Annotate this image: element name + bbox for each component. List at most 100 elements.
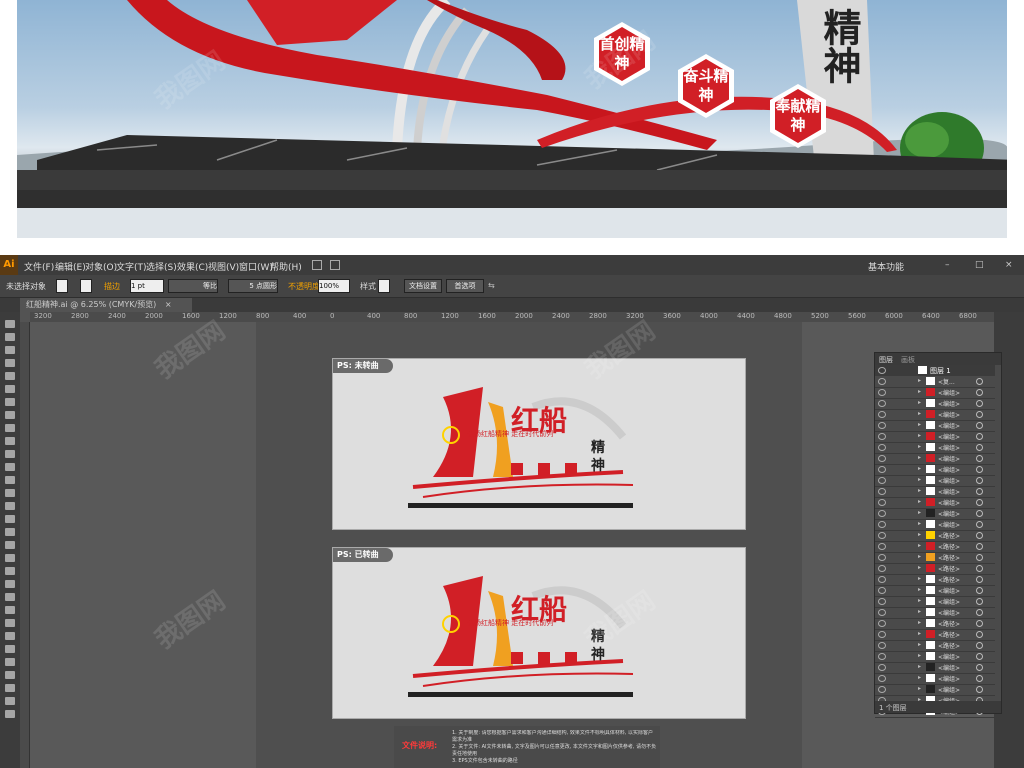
maximize-icon[interactable]: □: [975, 260, 984, 270]
visibility-icon[interactable]: [878, 675, 886, 682]
menu-object[interactable]: 对象(O): [85, 260, 117, 273]
scale-tool-icon[interactable]: [5, 489, 15, 497]
expand-arrow-icon[interactable]: ▸: [918, 377, 921, 384]
expand-arrow-icon[interactable]: ▸: [918, 432, 921, 439]
doc-setup-button[interactable]: 文档设置: [404, 279, 442, 293]
expand-arrow-icon[interactable]: ▸: [918, 454, 921, 461]
shape-builder-tool-icon[interactable]: [5, 528, 15, 536]
blob-brush-tool-icon[interactable]: [5, 450, 15, 458]
perspective-tool-icon[interactable]: [5, 541, 15, 549]
expand-arrow-icon[interactable]: ▸: [918, 652, 921, 659]
menu-type[interactable]: 文字(T): [116, 260, 147, 273]
expand-arrow-icon[interactable]: ▸: [918, 608, 921, 615]
expand-arrow-icon[interactable]: ▸: [918, 476, 921, 483]
target-icon[interactable]: [976, 521, 983, 528]
visibility-icon[interactable]: [878, 565, 886, 572]
gradient-tool-icon[interactable]: [5, 567, 15, 575]
minimize-icon[interactable]: –: [945, 260, 950, 270]
zoom-tool-icon[interactable]: [5, 671, 15, 679]
brush-select[interactable]: 5 点圆形: [228, 279, 278, 293]
visibility-icon[interactable]: [878, 653, 886, 660]
expand-arrow-icon[interactable]: ▸: [918, 674, 921, 681]
close-icon[interactable]: ×: [1005, 260, 1013, 270]
symbol-sprayer-tool-icon[interactable]: [5, 606, 15, 614]
stroke-weight-field[interactable]: 1 pt: [130, 279, 164, 293]
visibility-icon[interactable]: [878, 477, 886, 484]
target-icon[interactable]: [976, 642, 983, 649]
expand-arrow-icon[interactable]: ▸: [918, 399, 921, 406]
target-icon[interactable]: [976, 653, 983, 660]
fill-swatch[interactable]: [56, 279, 68, 293]
target-icon[interactable]: [976, 444, 983, 451]
target-icon[interactable]: [976, 455, 983, 462]
expand-arrow-icon[interactable]: ▸: [918, 509, 921, 516]
visibility-icon[interactable]: [878, 389, 886, 396]
target-icon[interactable]: [976, 675, 983, 682]
visibility-icon[interactable]: [878, 631, 886, 638]
document-tab[interactable]: 红船精神.ai @ 6.25% (CMYK/预览) ×: [20, 298, 192, 312]
expand-arrow-icon[interactable]: ▸: [918, 498, 921, 505]
expand-arrow-icon[interactable]: ▸: [918, 630, 921, 637]
line-tool-icon[interactable]: [5, 398, 15, 406]
target-icon[interactable]: [976, 433, 983, 440]
direct-selection-tool-icon[interactable]: [5, 333, 15, 341]
visibility-icon[interactable]: [878, 433, 886, 440]
magic-wand-tool-icon[interactable]: [5, 346, 15, 354]
rotate-tool-icon[interactable]: [5, 476, 15, 484]
artboard-panel-1[interactable]: PS: 未转曲 红船 精神 弘扬红船精神 走在时代前列: [332, 358, 746, 530]
close-tab-icon[interactable]: ×: [165, 300, 172, 309]
warp-tool-icon[interactable]: [5, 502, 15, 510]
selection-tool-icon[interactable]: [5, 320, 15, 328]
eyedropper-tool-icon[interactable]: [5, 580, 15, 588]
preferences-button[interactable]: 首选项: [446, 279, 484, 293]
target-icon[interactable]: [976, 576, 983, 583]
expand-arrow-icon[interactable]: ▸: [918, 597, 921, 604]
expand-arrow-icon[interactable]: ▸: [918, 531, 921, 538]
target-icon[interactable]: [976, 422, 983, 429]
visibility-icon[interactable]: [878, 510, 886, 517]
canvas-area[interactable]: PS: 未转曲 红船 精神 弘扬红船精神 走在时代前列 PS: 已转曲 红船 精…: [30, 322, 994, 768]
visibility-icon[interactable]: [878, 411, 886, 418]
expand-arrow-icon[interactable]: ▸: [918, 421, 921, 428]
target-icon[interactable]: [976, 466, 983, 473]
visibility-icon[interactable]: [878, 664, 886, 671]
blend-tool-icon[interactable]: [5, 593, 15, 601]
draw-mode-icon[interactable]: [5, 697, 15, 705]
visibility-icon[interactable]: [878, 686, 886, 693]
expand-arrow-icon[interactable]: ▸: [918, 542, 921, 549]
screen-mode-icon[interactable]: [5, 710, 15, 718]
visibility-icon[interactable]: [878, 543, 886, 550]
expand-arrow-icon[interactable]: ▸: [918, 388, 921, 395]
opacity-label[interactable]: 不透明度: [288, 281, 320, 292]
visibility-icon[interactable]: [878, 609, 886, 616]
target-icon[interactable]: [976, 609, 983, 616]
visibility-icon[interactable]: [878, 620, 886, 627]
target-icon[interactable]: [976, 686, 983, 693]
target-icon[interactable]: [976, 664, 983, 671]
visibility-icon[interactable]: [878, 367, 886, 374]
layer-row-top[interactable]: 图层 1: [875, 365, 995, 376]
visibility-icon[interactable]: [878, 521, 886, 528]
stroke-profile-select[interactable]: 等比: [168, 279, 218, 293]
target-icon[interactable]: [976, 587, 983, 594]
target-icon[interactable]: [976, 400, 983, 407]
menu-file[interactable]: 文件(F): [24, 260, 54, 273]
target-icon[interactable]: [976, 477, 983, 484]
target-icon[interactable]: [976, 510, 983, 517]
free-transform-tool-icon[interactable]: [5, 515, 15, 523]
menu-window[interactable]: 窗口(W): [239, 260, 273, 273]
column-graph-tool-icon[interactable]: [5, 619, 15, 627]
menu-help[interactable]: 帮助(H): [270, 260, 302, 273]
stroke-swatch[interactable]: [80, 279, 92, 293]
expand-arrow-icon[interactable]: ▸: [918, 553, 921, 560]
visibility-icon[interactable]: [878, 488, 886, 495]
tab-layers[interactable]: 图层: [879, 355, 893, 365]
expand-arrow-icon[interactable]: ▸: [918, 685, 921, 692]
artboard-panel-2[interactable]: PS: 已转曲 红船 精神 弘扬红船精神 走在时代前列: [332, 547, 746, 719]
target-icon[interactable]: [976, 499, 983, 506]
expand-arrow-icon[interactable]: ▸: [918, 575, 921, 582]
hand-tool-icon[interactable]: [5, 658, 15, 666]
expand-arrow-icon[interactable]: ▸: [918, 520, 921, 527]
target-icon[interactable]: [976, 378, 983, 385]
expand-arrow-icon[interactable]: ▸: [918, 641, 921, 648]
